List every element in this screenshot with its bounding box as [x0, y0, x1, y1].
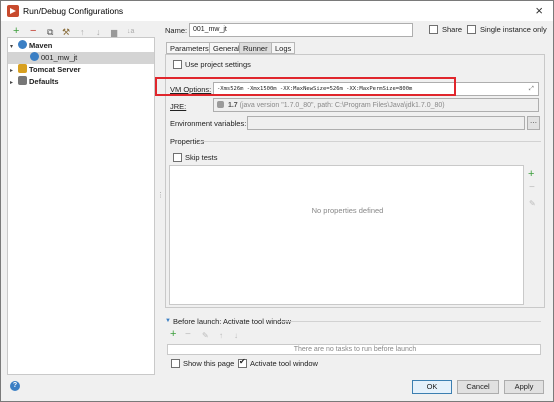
add-configuration-icon[interactable]: +	[13, 25, 19, 37]
jre-version: 1.7	[227, 102, 238, 109]
remove-task-icon[interactable]: −	[185, 329, 191, 340]
tree-item-label: Tomcat Server	[29, 65, 81, 74]
remove-property-icon[interactable]: −	[529, 182, 535, 193]
tree-item-defaults[interactable]: ▸ Defaults	[10, 76, 154, 88]
move-down-icon[interactable]: ↓	[96, 27, 101, 37]
tree-item-tomcat-server[interactable]: ▸ Tomcat Server	[10, 64, 154, 76]
single-instance-checkbox[interactable]	[467, 25, 476, 34]
run-debug-dialog: Run/Debug Configurations × + − ⧉ ⚒ ↑ ↓ ▆…	[0, 0, 554, 402]
move-up-icon[interactable]: ↑	[80, 27, 85, 37]
chevron-down-icon[interactable]: ▼	[165, 318, 171, 324]
environment-variables-browse-button[interactable]: …	[527, 116, 540, 130]
chevron-right-icon[interactable]: ▸	[10, 67, 18, 74]
use-project-settings-label: Use project settings	[185, 60, 251, 69]
folder-icon[interactable]: ▆	[111, 28, 117, 37]
show-this-page-label: Show this page	[183, 359, 235, 368]
activate-tool-window-label: Activate tool window	[250, 359, 318, 368]
cancel-button[interactable]: Cancel	[457, 380, 499, 394]
tree-item-label: 001_mw_jt	[41, 53, 78, 62]
jre-detail: (java version "1.7.0_80", path: C:\Progr…	[239, 102, 445, 109]
show-this-page-checkbox[interactable]	[171, 359, 180, 368]
tab-runner[interactable]: Runner	[239, 42, 272, 54]
sort-icon[interactable]: ↓a	[127, 28, 134, 35]
remove-configuration-icon[interactable]: −	[30, 25, 36, 37]
tree-item-maven[interactable]: ▾ Maven	[10, 40, 154, 52]
environment-variables-input[interactable]	[247, 116, 525, 130]
edit-task-icon[interactable]: ✎	[202, 331, 209, 340]
ok-button[interactable]: OK	[412, 380, 452, 394]
single-instance-label: Single instance only	[480, 25, 547, 34]
before-launch-task-list[interactable]: There are no tasks to run before launch	[167, 344, 541, 355]
properties-table[interactable]: No properties defined	[169, 165, 524, 305]
add-property-icon[interactable]: +	[528, 168, 534, 180]
edit-property-icon[interactable]: ✎	[529, 199, 536, 208]
no-tasks-text: There are no tasks to run before launch	[293, 346, 417, 353]
title-bar: Run/Debug Configurations ×	[1, 1, 553, 21]
help-icon[interactable]: ?	[10, 381, 20, 391]
window-title: Run/Debug Configurations	[23, 6, 124, 16]
chevron-right-icon[interactable]: ▸	[10, 79, 18, 86]
tab-logs[interactable]: Logs	[271, 42, 296, 54]
skip-tests-label: Skip tests	[185, 153, 218, 162]
run-debug-app-icon	[7, 5, 19, 17]
add-task-icon[interactable]: +	[170, 328, 176, 340]
folder-icon	[217, 101, 224, 108]
splitter-handle[interactable]: ⋮	[157, 191, 164, 199]
tab-parameters[interactable]: Parameters	[166, 42, 213, 54]
jre-label: JRE:	[170, 102, 187, 111]
maven-config-icon	[30, 52, 39, 61]
maven-icon	[18, 40, 27, 49]
name-label: Name:	[165, 26, 188, 35]
move-up-icon[interactable]: ↑	[219, 331, 223, 340]
divider	[199, 141, 541, 142]
apply-button[interactable]: Apply	[504, 380, 544, 394]
use-project-settings-checkbox[interactable]	[173, 60, 182, 69]
chevron-down-icon[interactable]: ▾	[10, 43, 18, 50]
name-input[interactable]: 001_mw_jt	[189, 23, 413, 37]
jre-select[interactable]: 1.7 (java version "1.7.0_80", path: C:\P…	[213, 98, 539, 112]
expand-icon[interactable]: ⤢	[529, 86, 534, 93]
tree-item-001-mw-jt[interactable]: 001_mw_jt	[8, 52, 154, 64]
tree-item-label: Defaults	[29, 77, 59, 86]
activate-tool-window-checkbox[interactable]	[238, 357, 247, 368]
divider	[279, 321, 541, 322]
defaults-icon	[18, 76, 27, 85]
no-properties-text: No properties defined	[311, 206, 384, 215]
close-icon[interactable]: ×	[535, 3, 543, 18]
skip-tests-checkbox[interactable]	[173, 153, 182, 162]
configuration-tree: ▾ Maven 001_mw_jt ▸ Tomcat Server ▸ Default…	[7, 37, 155, 375]
environment-variables-label: Environment variables:	[170, 119, 247, 128]
vm-options-highlight	[155, 77, 456, 96]
tomcat-icon	[18, 64, 27, 73]
share-checkbox[interactable]	[429, 25, 438, 34]
move-down-icon[interactable]: ↓	[234, 331, 238, 340]
share-label: Share	[442, 25, 463, 34]
before-launch-label: Before launch: Activate tool window	[173, 317, 291, 326]
tree-item-label: Maven	[29, 41, 53, 50]
